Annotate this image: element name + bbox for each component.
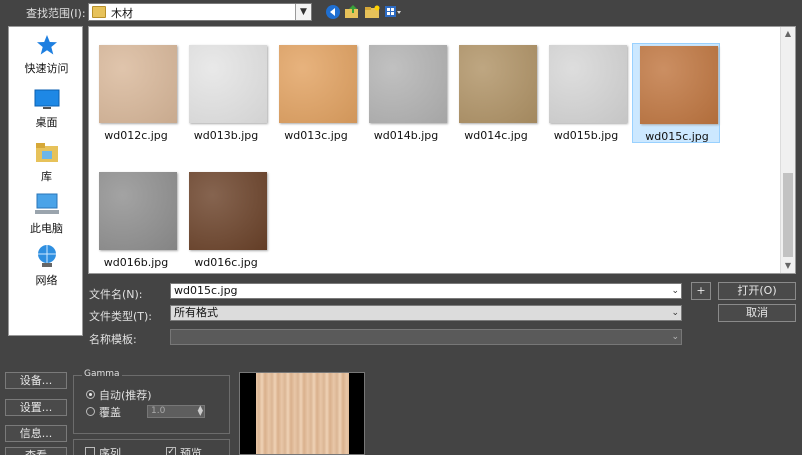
info-button[interactable]: 信息... <box>5 425 67 442</box>
sequence-checkbox[interactable] <box>85 447 95 455</box>
file-thumbnail <box>189 45 267 123</box>
preview-label: 预览 <box>180 447 202 455</box>
back-icon[interactable] <box>324 4 341 20</box>
star-icon <box>36 35 57 55</box>
preview-checkbox[interactable]: ✓ <box>166 447 176 455</box>
devices-button[interactable]: 设备... <box>5 372 67 389</box>
library-icon <box>35 143 58 162</box>
network-icon <box>37 245 56 267</box>
spinner-arrows-icon[interactable]: ▲ ▼ <box>198 405 203 417</box>
cancel-button[interactable]: 取消 <box>718 304 796 322</box>
file-thumbnail <box>189 172 267 250</box>
file-tile[interactable]: wd016c.jpg <box>182 170 270 270</box>
file-name: wd014c.jpg <box>464 129 528 142</box>
file-name: wd015c.jpg <box>645 130 709 143</box>
name-template-label: 名称模板: <box>89 333 137 346</box>
place-quick-access[interactable]: 快速访问 <box>9 33 84 76</box>
file-tile[interactable]: wd012c.jpg <box>92 43 180 143</box>
file-tile[interactable]: wd016b.jpg <box>92 170 180 270</box>
file-thumbnail <box>459 45 537 123</box>
file-name: wd016b.jpg <box>103 256 169 269</box>
computer-icon <box>34 193 59 214</box>
file-thumbnail <box>549 45 627 123</box>
file-name: wd012c.jpg <box>104 129 168 142</box>
place-label: 此电脑 <box>30 222 63 235</box>
gamma-override-label: 覆盖 <box>99 406 121 419</box>
gamma-title: Gamma <box>82 369 122 379</box>
place-label: 网络 <box>35 274 58 287</box>
sequence-label: 序列 <box>99 447 121 455</box>
filename-value: wd015c.jpg <box>174 284 238 297</box>
file-name: wd014b.jpg <box>373 129 439 142</box>
file-name: wd016c.jpg <box>194 256 258 269</box>
desktop-icon <box>34 89 59 109</box>
new-folder-icon[interactable] <box>363 4 380 20</box>
places-bar: 快速访问 桌面 库 此电脑 网络 <box>8 26 83 336</box>
chevron-down-icon[interactable]: ⌄ <box>671 284 679 298</box>
gamma-override-radio[interactable] <box>86 407 95 416</box>
scroll-up-icon[interactable]: ▲ <box>781 27 795 41</box>
place-desktop[interactable]: 桌面 <box>9 87 84 130</box>
up-folder-icon[interactable] <box>343 4 360 20</box>
scroll-thumb[interactable] <box>783 173 793 257</box>
place-library[interactable]: 库 <box>9 139 84 184</box>
setup-button[interactable]: 设置... <box>5 399 67 416</box>
file-thumbnail <box>99 172 177 250</box>
filetype-select[interactable]: 所有格式 ⌄ <box>170 305 682 321</box>
file-tile[interactable]: wd014c.jpg <box>452 43 540 143</box>
gamma-override-spinner[interactable]: 1.0 ▲ ▼ <box>147 405 205 418</box>
file-thumbnail <box>279 45 357 123</box>
file-thumbnail <box>640 46 718 124</box>
chevron-down-icon[interactable]: ▼ <box>295 4 311 20</box>
place-label: 桌面 <box>35 116 58 129</box>
look-in-value: 木材 <box>111 7 133 20</box>
chevron-down-icon[interactable]: ⌄ <box>671 330 679 344</box>
name-template-select[interactable]: ⌄ <box>170 329 682 345</box>
place-label: 库 <box>41 170 52 183</box>
image-preview <box>239 372 365 455</box>
gamma-override-value: 1.0 <box>151 406 166 416</box>
file-tile[interactable]: wd015b.jpg <box>542 43 630 143</box>
file-thumbnail <box>99 45 177 123</box>
gamma-auto-label: 自动(推荐) <box>99 389 152 402</box>
place-network[interactable]: 网络 <box>9 243 84 288</box>
file-tile[interactable]: wd013b.jpg <box>182 43 270 143</box>
filename-input[interactable]: wd015c.jpg ⌄ <box>170 283 682 299</box>
file-tile[interactable]: wd015c.jpg <box>632 43 720 143</box>
file-name: wd013c.jpg <box>284 129 348 142</box>
file-tile[interactable]: wd014b.jpg <box>362 43 450 143</box>
look-in-label: 查找范围(I): <box>26 7 86 20</box>
file-list[interactable]: wd012c.jpg wd013b.jpg wd013c.jpg wd014b.jpg… <box>88 26 796 274</box>
chevron-down-icon[interactable]: ⌄ <box>671 306 679 320</box>
filename-label: 文件名(N): <box>89 288 143 301</box>
look-in-dropdown[interactable]: 木材 ▼ <box>88 3 312 21</box>
open-button[interactable]: 打开(O) <box>718 282 796 300</box>
vertical-scrollbar[interactable]: ▲ ▼ <box>780 27 795 273</box>
view-button[interactable]: 查看 <box>5 447 67 455</box>
scroll-down-icon[interactable]: ▼ <box>781 259 795 273</box>
gamma-auto-radio[interactable] <box>86 390 95 399</box>
view-menu-icon[interactable] <box>384 4 401 20</box>
file-tile[interactable]: wd013c.jpg <box>272 43 360 143</box>
file-thumbnail <box>369 45 447 123</box>
file-name: wd013b.jpg <box>193 129 259 142</box>
options-group <box>73 439 230 455</box>
filetype-label: 文件类型(T): <box>89 310 153 323</box>
place-label: 快速访问 <box>24 62 69 75</box>
add-button[interactable]: + <box>691 282 711 300</box>
file-name: wd015b.jpg <box>553 129 619 142</box>
preview-texture <box>256 373 349 454</box>
place-this-pc[interactable]: 此电脑 <box>9 191 84 236</box>
folder-icon <box>92 6 106 18</box>
filetype-value: 所有格式 <box>174 306 218 319</box>
